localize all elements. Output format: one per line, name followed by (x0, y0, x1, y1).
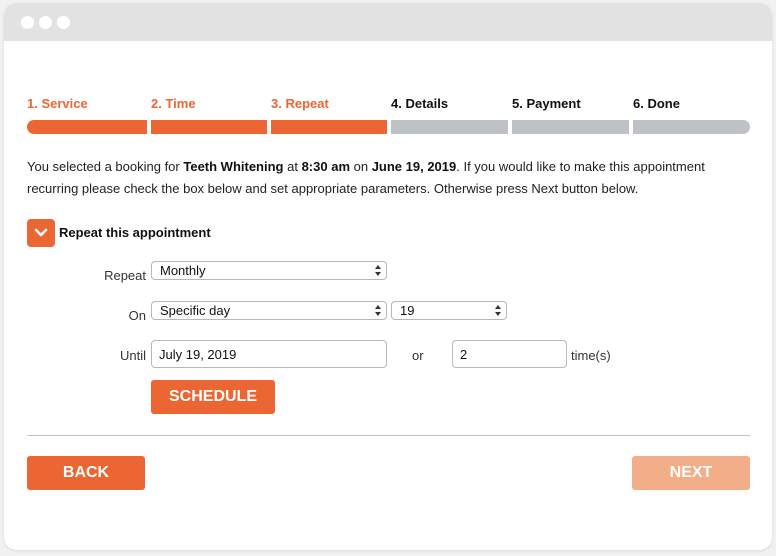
repeat-frequency-select[interactable]: Monthly (151, 261, 387, 280)
times-input[interactable] (452, 340, 567, 368)
step-details: 4. Details (391, 96, 449, 111)
step-done: 6. Done (633, 96, 680, 111)
or-label: or (412, 348, 424, 363)
step-service[interactable]: 1. Service (27, 96, 88, 111)
chevron-down-icon (34, 228, 48, 237)
day-value: 19 (400, 303, 415, 318)
repeat-checkbox-label[interactable]: Repeat this appointment (59, 225, 211, 240)
select-arrows-icon (375, 265, 381, 276)
select-arrows-icon (495, 305, 501, 316)
step-bar-repeat (271, 120, 387, 134)
until-label: Until (119, 348, 146, 363)
step-bar-service (27, 120, 147, 134)
intro-text: on (350, 159, 372, 174)
select-arrows-icon (375, 305, 381, 316)
repeat-frequency-value: Monthly (160, 263, 206, 278)
booking-content: 1. Service 2. Time 3. Repeat 4. Details … (4, 3, 772, 550)
repeat-on-select[interactable]: Specific day (151, 301, 387, 320)
next-button[interactable]: NEXT (632, 456, 750, 490)
until-date-input[interactable] (151, 340, 387, 368)
step-repeat[interactable]: 3. Repeat (271, 96, 329, 111)
step-time[interactable]: 2. Time (151, 96, 196, 111)
step-bar-time (151, 120, 267, 134)
back-button[interactable]: BACK (27, 456, 145, 490)
booking-date: June 19, 2019 (371, 159, 457, 174)
booking-time: 8:30 am (301, 159, 350, 174)
intro-text: at (283, 159, 302, 174)
on-label: On (128, 308, 146, 323)
step-payment: 5. Payment (512, 96, 581, 111)
times-label: time(s) (571, 348, 611, 363)
divider (27, 435, 750, 436)
service-name: Teeth Whitening (183, 159, 284, 174)
repeat-on-value: Specific day (160, 303, 231, 318)
booking-window: 1. Service 2. Time 3. Repeat 4. Details … (4, 3, 772, 550)
step-bar-payment (512, 120, 629, 134)
booking-summary-text: You selected a booking for Teeth Whiteni… (27, 156, 757, 200)
day-select[interactable]: 19 (391, 301, 507, 320)
schedule-button[interactable]: SCHEDULE (151, 380, 275, 414)
repeat-label: Repeat (104, 268, 146, 283)
intro-text: You selected a booking for (27, 159, 184, 174)
step-bar-done (633, 120, 750, 134)
repeat-checkbox[interactable] (27, 219, 55, 247)
step-bar-details (391, 120, 508, 134)
